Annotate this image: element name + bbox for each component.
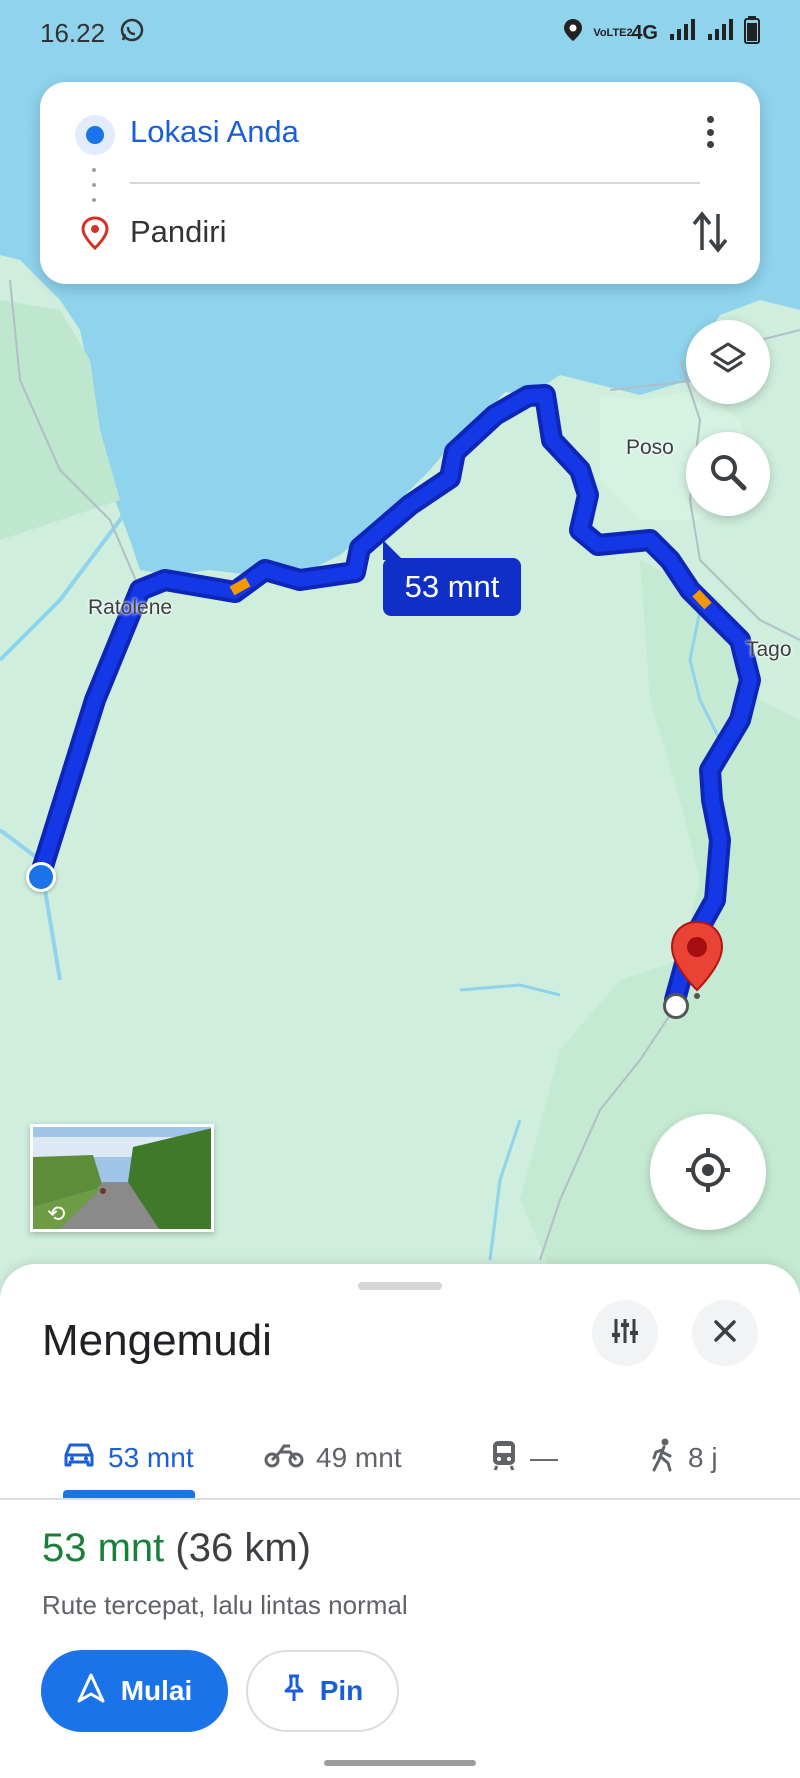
route-description: Rute tercepat, lalu lintas normal (42, 1590, 408, 1620)
origin-dot-icon (75, 115, 115, 155)
route-distance: (36 km) (175, 1526, 311, 1570)
transit-icon (490, 1439, 518, 1478)
tab-motorcycle-label: 49 mnt (316, 1442, 402, 1473)
active-tab-indicator (63, 1490, 195, 1498)
start-navigation-button[interactable]: Mulai (41, 1650, 228, 1732)
volte-label: VoLTE2 (593, 26, 633, 39)
route-dots-icon (92, 168, 96, 202)
more-options-icon[interactable] (692, 112, 728, 152)
pin-button-label: Pin (319, 1675, 364, 1706)
field-divider (130, 182, 700, 184)
tab-driving[interactable]: 53 mnt (62, 1416, 194, 1500)
tab-transit[interactable]: — (490, 1416, 558, 1500)
status-bar: 16.22 VoLTE2 4G (0, 0, 800, 66)
destination-marker-icon (80, 216, 110, 255)
route-options-button[interactable] (592, 1300, 658, 1366)
network-type: 4G (631, 21, 658, 44)
pin-button[interactable]: Pin (246, 1650, 399, 1732)
rotate-360-icon: ⟲ (47, 1201, 66, 1226)
whatsapp-icon (119, 17, 145, 50)
directions-sheet: Mengemudi 53 mnt 49 mnt — 8 j 53 mnt (36… (0, 1264, 800, 1778)
tab-transit-label: — (530, 1442, 558, 1473)
system-gesture-bar[interactable] (324, 1760, 476, 1766)
search-icon (708, 452, 748, 497)
origin-field[interactable]: Lokasi Anda (130, 114, 299, 150)
layers-icon (708, 340, 748, 385)
tab-walking[interactable]: 8 j (650, 1416, 718, 1500)
crosshair-icon (684, 1146, 732, 1199)
route-duration: 53 mnt (42, 1526, 165, 1570)
tune-icon (609, 1315, 641, 1352)
layers-button[interactable] (686, 320, 770, 404)
street-view-thumbnail[interactable]: ⟲ (30, 1124, 214, 1232)
current-location-marker[interactable] (26, 862, 56, 892)
tab-motorcycle[interactable]: 49 mnt (264, 1416, 402, 1500)
place-label-ratolene: Ratolene (88, 596, 173, 619)
travel-mode-tabs: 53 mnt 49 mnt — 8 j (0, 1416, 800, 1500)
car-icon (62, 1441, 96, 1476)
destination-pin-icon[interactable] (670, 920, 724, 1000)
location-icon (563, 18, 583, 48)
signal-icon (668, 19, 696, 47)
tab-walking-label: 8 j (688, 1442, 718, 1473)
sheet-title: Mengemudi (42, 1316, 272, 1365)
destination-field[interactable]: Pandiri (130, 214, 227, 250)
start-button-label: Mulai (120, 1675, 193, 1706)
place-label-poso: Poso (626, 436, 674, 459)
close-button[interactable] (692, 1300, 758, 1366)
directions-card: Lokasi Anda Pandiri (40, 82, 760, 284)
route-time-label[interactable]: 53 mnt (383, 540, 521, 616)
battery-icon (744, 16, 760, 50)
swap-directions-icon[interactable] (690, 210, 730, 259)
navigation-arrow-icon (77, 1673, 105, 1710)
route-summary: 53 mnt (36 km) (42, 1526, 311, 1571)
place-label-tago: Tago (746, 638, 792, 661)
signal-icon-2 (706, 19, 734, 47)
my-location-button[interactable] (650, 1114, 766, 1230)
search-button[interactable] (686, 432, 770, 516)
tab-driving-label: 53 mnt (108, 1442, 194, 1473)
pin-icon (282, 1673, 306, 1710)
motorcycle-icon (264, 1442, 304, 1475)
walk-icon (650, 1438, 676, 1479)
sheet-drag-handle[interactable] (358, 1282, 442, 1290)
close-icon (711, 1317, 739, 1350)
status-time: 16.22 (40, 17, 106, 48)
